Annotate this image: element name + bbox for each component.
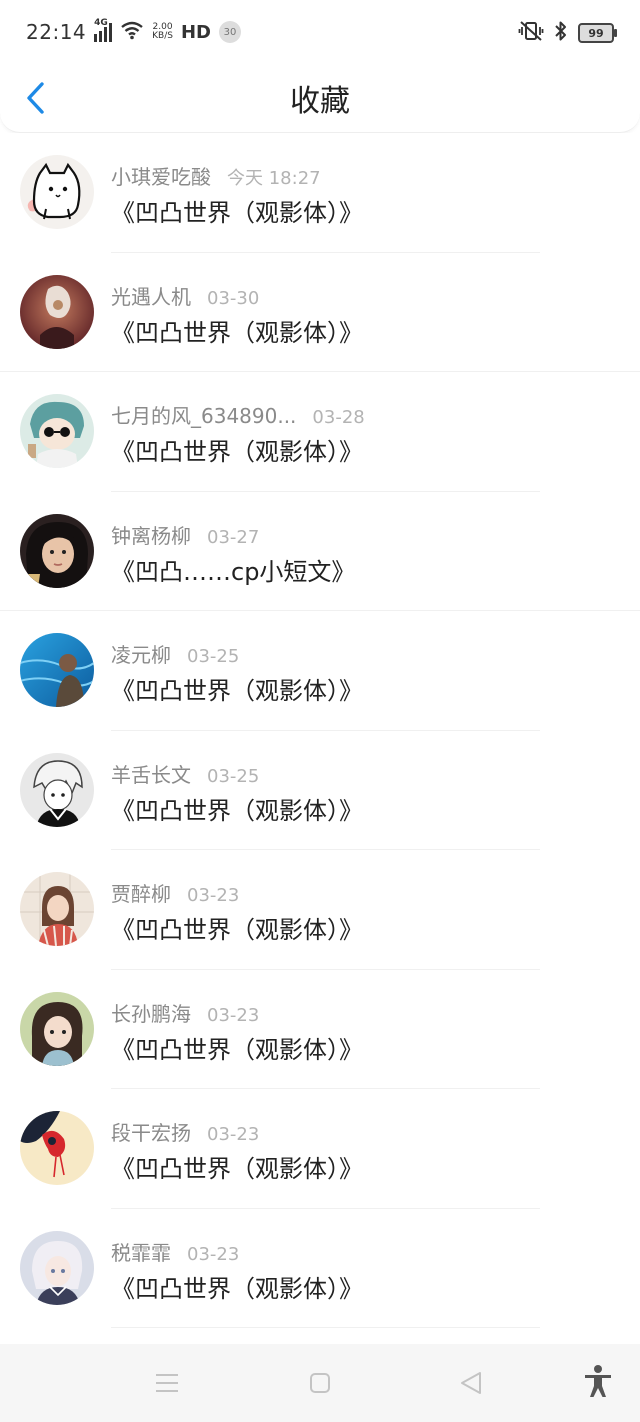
avatar[interactable] (20, 752, 94, 827)
network-speed-unit: KB/S (152, 31, 173, 41)
menu-icon (156, 1374, 178, 1392)
hd-indicator: HD (180, 21, 211, 43)
bluetooth-icon (554, 20, 568, 46)
item-time: 03-23 (187, 1243, 240, 1265)
item-title[interactable]: 《凹凸世界（观影体）》 (111, 791, 363, 826)
status-left: 22:14 4G 2.00 KB/S HD 30 (26, 18, 241, 46)
item-time: 03-30 (207, 287, 260, 309)
item-title[interactable]: 《凹凸世界（观影体）》 (111, 910, 363, 945)
author-name[interactable]: 光遇人机 (111, 281, 191, 310)
author-name[interactable]: 凌元柳 (111, 639, 171, 668)
accessibility-button[interactable] (583, 1365, 613, 1397)
item-time: 03-27 (207, 526, 260, 548)
avatar[interactable] (20, 274, 94, 349)
author-name[interactable]: 羊舌长文 (111, 759, 191, 788)
list-item[interactable]: 长孙鹏海 03-23 《凹凸世界（观影体）》 (0, 969, 640, 1089)
list-item[interactable]: 羊舌长文 03-25 《凹凸世界（观影体）》 (0, 730, 640, 850)
system-nav-bar (0, 1344, 640, 1422)
list-item[interactable]: 税霏霏 03-23 《凹凸世界（观影体）》 (0, 1208, 640, 1328)
author-name[interactable]: 长孙鹏海 (111, 998, 191, 1027)
avatar[interactable] (20, 1111, 94, 1185)
avatar[interactable] (20, 394, 94, 468)
author-name[interactable]: 贾醉柳 (111, 878, 171, 907)
list-item[interactable]: 钟离杨柳 03-27 《凹凸……cp小短文》 (0, 491, 640, 611)
item-title[interactable]: 《凹凸世界（观影体）》 (111, 1030, 363, 1065)
divider (111, 1327, 540, 1328)
item-time: 03-23 (207, 1004, 260, 1026)
item-time: 03-28 (312, 407, 365, 428)
author-name[interactable]: 七月的风_634890... (111, 400, 296, 429)
signal-icon: 4G (94, 18, 113, 42)
author-name[interactable]: 钟离杨柳 (111, 520, 191, 549)
item-meta: 七月的风_634890... 03-28 (111, 400, 365, 429)
item-meta: 贾醉柳 03-23 (111, 878, 239, 907)
author-name[interactable]: 小琪爱吃酸 (111, 161, 211, 190)
item-meta: 钟离杨柳 03-27 (111, 520, 259, 549)
item-title[interactable]: 《凹凸世界（观影体）》 (111, 671, 363, 706)
item-time: 03-25 (187, 646, 240, 667)
network-type: 4G (94, 18, 108, 28)
battery-icon: 99 (578, 23, 617, 43)
nav-back-button[interactable] (456, 1368, 486, 1398)
square-home-icon (310, 1373, 330, 1393)
avatar[interactable] (20, 872, 94, 946)
item-meta: 光遇人机 03-30 (111, 281, 259, 310)
list-item[interactable]: 光遇人机 03-30 《凹凸世界（观影体）》 (0, 252, 640, 372)
list-item[interactable]: 凌元柳 03-25 《凹凸世界（观影体）》 (0, 611, 640, 731)
item-time: 03-23 (207, 1124, 260, 1145)
item-time: 03-25 (207, 765, 260, 787)
status-bar: 22:14 4G 2.00 KB/S HD 30 99 (0, 0, 640, 62)
favorites-list: 小琪爱吃酸 今天 18:27 《凹凸世界（观影体）》 光遇人机 03-30 《凹… (0, 133, 640, 1328)
home-button[interactable] (305, 1368, 335, 1398)
mute-vibrate-icon (518, 20, 544, 46)
author-name[interactable]: 税霏霏 (111, 1237, 171, 1266)
accessibility-icon (585, 1365, 611, 1397)
author-name[interactable]: 段干宏扬 (111, 1117, 191, 1146)
item-time: 03-23 (187, 885, 240, 906)
item-meta: 小琪爱吃酸 今天 18:27 (111, 161, 321, 190)
avatar[interactable] (20, 155, 94, 229)
item-title[interactable]: 《凹凸世界（观影体）》 (111, 432, 363, 467)
status-right: 99 (518, 20, 617, 46)
item-meta: 税霏霏 03-23 (111, 1237, 239, 1266)
avatar[interactable] (20, 633, 94, 707)
notification-badge: 30 (218, 21, 241, 43)
avatar[interactable] (20, 1230, 94, 1305)
item-time: 今天 18:27 (227, 168, 321, 189)
item-meta: 长孙鹏海 03-23 (111, 998, 259, 1027)
triangle-back-icon (461, 1372, 481, 1394)
list-item[interactable]: 贾醉柳 03-23 《凹凸世界（观影体）》 (0, 850, 640, 970)
menu-button[interactable] (152, 1368, 182, 1398)
avatar[interactable] (20, 991, 94, 1066)
item-title[interactable]: 《凹凸……cp小短文》 (111, 552, 355, 587)
header: 收藏 (0, 62, 640, 133)
item-title[interactable]: 《凹凸世界（观影体）》 (111, 1149, 363, 1184)
page-title: 收藏 (290, 84, 350, 119)
avatar[interactable] (20, 513, 94, 588)
item-meta: 羊舌长文 03-25 (111, 759, 259, 788)
list-item[interactable]: 小琪爱吃酸 今天 18:27 《凹凸世界（观影体）》 (0, 133, 640, 253)
item-meta: 凌元柳 03-25 (111, 639, 239, 668)
item-title[interactable]: 《凹凸世界（观影体）》 (111, 1269, 363, 1304)
list-item[interactable]: 段干宏扬 03-23 《凹凸世界（观影体）》 (0, 1089, 640, 1209)
item-meta: 段干宏扬 03-23 (111, 1117, 259, 1146)
status-time: 22:14 (26, 20, 87, 44)
item-title[interactable]: 《凹凸世界（观影体）》 (111, 193, 363, 228)
wifi-icon (120, 20, 144, 44)
network-speed: 2.00 KB/S (152, 23, 173, 41)
battery-level: 99 (588, 26, 604, 40)
item-title[interactable]: 《凹凸世界（观影体）》 (111, 313, 363, 348)
list-item[interactable]: 七月的风_634890... 03-28 《凹凸世界（观影体）》 (0, 372, 640, 492)
